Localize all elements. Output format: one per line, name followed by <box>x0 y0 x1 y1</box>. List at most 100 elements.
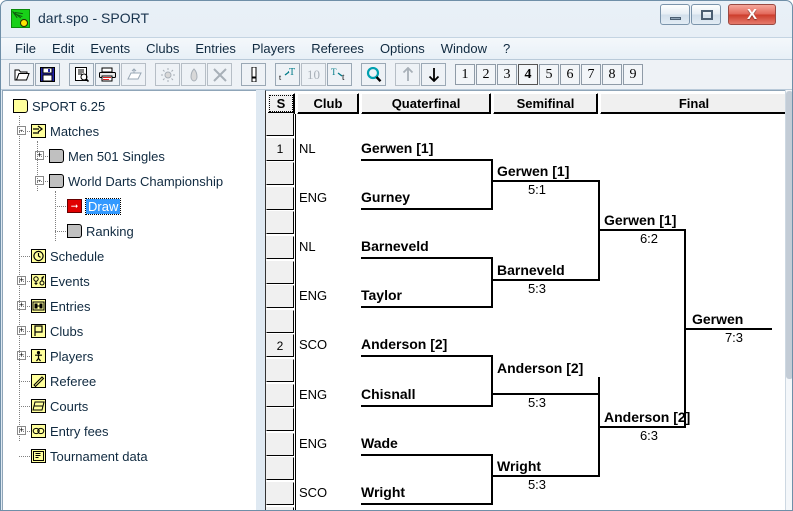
menu-item-options[interactable]: Options <box>380 41 425 56</box>
player-name[interactable]: Gerwen [1] <box>604 212 676 228</box>
column-header-quaterfinal[interactable]: Quaterfinal <box>361 93 491 114</box>
text-up-icon[interactable]: tT <box>275 63 300 86</box>
menu-item-events[interactable]: Events <box>90 41 130 56</box>
player-name[interactable]: Chisnall <box>361 386 415 402</box>
close-button[interactable]: X <box>728 4 776 25</box>
round-button-5[interactable]: 5 <box>539 64 559 85</box>
column-header-semifinal[interactable]: Semifinal <box>493 93 598 114</box>
round-button-6[interactable]: 6 <box>560 64 580 85</box>
tree-item-players[interactable]: Players <box>31 346 93 366</box>
print-preview-icon[interactable] <box>69 63 94 86</box>
player-name[interactable]: Gerwen [1] <box>361 140 433 156</box>
round-button-7[interactable]: 7 <box>581 64 601 85</box>
seed-cell[interactable] <box>266 260 294 284</box>
navigation-tree[interactable]: SPORT 6.25 Matches - Men 501 Singles + World … <box>2 90 256 510</box>
tree-root[interactable]: SPORT 6.25 <box>13 96 105 116</box>
seed-cell[interactable] <box>266 162 294 186</box>
seed-cell[interactable] <box>266 285 294 309</box>
tree-item-events[interactable]: Events <box>31 271 90 291</box>
seed-number[interactable]: 1 <box>266 137 294 161</box>
player-name[interactable]: Anderson [2] <box>361 336 447 352</box>
tree-item-entry-fees[interactable]: Entry fees <box>31 421 109 441</box>
winner-name[interactable]: Gerwen <box>692 311 743 327</box>
player-name[interactable]: Barneveld <box>361 238 429 254</box>
menu-item-players[interactable]: Players <box>252 41 295 56</box>
round-button-1[interactable]: 1 <box>455 64 475 85</box>
open-icon[interactable] <box>9 63 34 86</box>
tree-root-label: SPORT 6.25 <box>32 98 106 114</box>
tree-item-referee[interactable]: Referee <box>31 371 96 391</box>
player-name[interactable]: Wade <box>361 435 398 451</box>
round-button-3[interactable]: 3 <box>497 64 517 85</box>
seed-cell[interactable] <box>266 211 294 235</box>
scrollbar-thumb[interactable] <box>786 91 792 379</box>
round-button-8[interactable]: 8 <box>602 64 622 85</box>
seed-cell[interactable] <box>266 309 294 333</box>
tree-item-draw[interactable]: ➞ Draw <box>67 196 122 216</box>
seed-cell[interactable] <box>266 236 294 259</box>
menu-item-window[interactable]: Window <box>441 41 487 56</box>
tree-item-clubs[interactable]: Clubs <box>31 321 83 341</box>
tree-item-courts[interactable]: Courts <box>31 396 88 416</box>
tree-item-matches[interactable]: Matches <box>31 121 99 141</box>
bracket-line <box>361 404 493 407</box>
new-icon <box>155 63 180 86</box>
tree-item-entries[interactable]: Entries <box>31 296 90 316</box>
column-header-club[interactable]: Club <box>297 93 359 114</box>
player-name[interactable]: Taylor <box>361 287 402 303</box>
menu-item-clubs[interactable]: Clubs <box>146 41 179 56</box>
player-name[interactable]: Anderson [2] <box>604 409 690 425</box>
tree-connector <box>19 356 30 357</box>
menu-item-referees[interactable]: Referees <box>311 41 364 56</box>
tree-item-men-501-singles[interactable]: Men 501 Singles <box>49 146 165 166</box>
info-icon[interactable] <box>241 63 266 86</box>
player-name[interactable]: Wright <box>497 458 597 474</box>
print-icon[interactable] <box>95 63 120 86</box>
tree-item-tournament-data[interactable]: Tournament data <box>31 446 148 466</box>
seed-cell[interactable] <box>266 359 294 382</box>
vertical-scrollbar[interactable] <box>785 90 792 510</box>
player-name[interactable]: Wright <box>361 484 405 500</box>
seed-cell[interactable] <box>266 506 294 510</box>
title-bar: dart.spo - SPORT X <box>1 1 792 37</box>
round-button-2[interactable]: 2 <box>476 64 496 85</box>
player-name[interactable]: Barneveld <box>497 262 597 278</box>
round-button-4[interactable]: 4 <box>518 64 538 85</box>
seed-number[interactable]: 2 <box>266 334 294 358</box>
svg-text:t: t <box>279 73 282 82</box>
club-code: NL <box>299 239 316 254</box>
menu-item-entries[interactable]: Entries <box>195 41 235 56</box>
window-title: dart.spo - SPORT <box>38 10 150 26</box>
seed-cell[interactable] <box>266 432 294 456</box>
winner-score: 7:3 <box>724 329 744 345</box>
column-header-final[interactable]: Final <box>600 93 788 114</box>
tree-item-world-darts-championship[interactable]: World Darts Championship <box>49 171 223 191</box>
menu-item-[interactable]: ? <box>503 41 510 56</box>
player-name[interactable]: Anderson [2] <box>497 360 597 376</box>
application-window: dart.spo - SPORT X File Edit Events Clubs En… <box>0 0 793 511</box>
text-down-icon[interactable]: Tt <box>327 63 352 86</box>
column-header-s[interactable]: S <box>267 93 295 114</box>
seed-cell[interactable] <box>266 457 294 481</box>
menu-item-edit[interactable]: Edit <box>52 41 74 56</box>
club-code: ENG <box>299 189 328 205</box>
seed-cell[interactable] <box>266 482 294 505</box>
seed-cell[interactable] <box>266 113 294 136</box>
tree-item-schedule[interactable]: Schedule <box>31 246 104 266</box>
player-name[interactable]: Gerwen [1] <box>497 163 597 179</box>
draw-bracket-panel[interactable]: S Club Quaterfinal Semifinal Final 1 2 NL ENG NL… <box>265 90 792 510</box>
edit-icon <box>181 63 206 86</box>
seed-cell[interactable] <box>266 383 294 407</box>
maximize-button[interactable] <box>691 4 721 25</box>
down-arrow-icon[interactable] <box>421 63 446 86</box>
seed-cell[interactable] <box>266 408 294 432</box>
round-button-9[interactable]: 9 <box>623 64 643 85</box>
save-icon[interactable] <box>35 63 60 86</box>
player-name[interactable]: Gurney <box>361 189 410 205</box>
seed-cell[interactable] <box>266 186 294 210</box>
club-code: SCO <box>299 337 328 353</box>
menu-item-file[interactable]: File <box>15 41 36 56</box>
zoom-icon[interactable] <box>361 63 386 86</box>
minimize-button[interactable] <box>660 4 690 25</box>
tree-item-ranking[interactable]: Ranking <box>67 221 134 241</box>
